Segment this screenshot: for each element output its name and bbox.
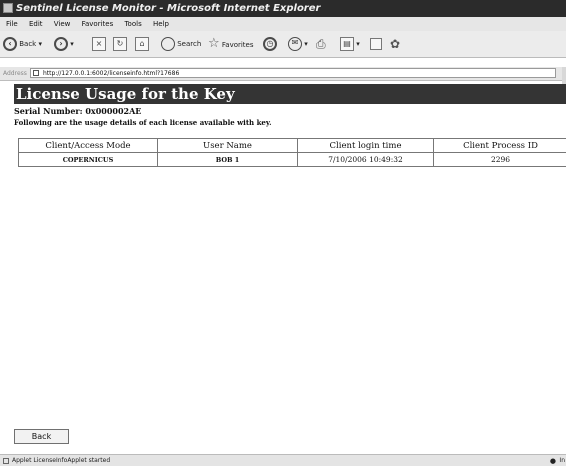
discuss-toolbar-button[interactable]: [370, 35, 382, 53]
star-icon: ☆: [208, 36, 220, 51]
printer-icon: ⎙: [316, 37, 326, 51]
status-text: Applet LicenseInfoApplet started: [12, 455, 110, 467]
back-arrow-icon: ‹: [3, 37, 17, 51]
edit-icon: ▤: [340, 37, 354, 51]
cell-process-id: 2296: [434, 153, 566, 167]
forward-toolbar-button[interactable]: › ▾: [54, 35, 74, 53]
mail-dropdown-icon[interactable]: ▾: [304, 40, 308, 48]
menu-bar: File Edit View Favorites Tools Help: [0, 17, 566, 31]
column-header-user-name: User Name: [158, 139, 298, 153]
cell-user-name: BOB 1: [158, 153, 298, 167]
internet-zone-icon: ●: [550, 455, 556, 467]
column-header-client-mode: Client/Access Mode: [19, 139, 158, 153]
edit-dropdown-icon[interactable]: ▾: [356, 40, 360, 48]
page-content: License Usage for the Key Serial Number:…: [14, 84, 566, 454]
history-icon: ◷: [263, 37, 277, 51]
stop-icon: ×: [92, 37, 106, 51]
back-toolbar-button[interactable]: ‹ Back ▾: [3, 35, 42, 53]
messenger-icon: ✿: [390, 37, 400, 51]
search-icon: [161, 37, 175, 51]
page-icon: [33, 70, 39, 76]
status-bar: Applet LicenseInfoApplet started ● In: [0, 454, 566, 466]
table-header-row: Client/Access Mode User Name Client logi…: [19, 139, 566, 153]
search-toolbar-label: Search: [177, 40, 201, 48]
menu-file[interactable]: File: [6, 20, 18, 28]
window-title: Sentinel License Monitor - Microsoft Int…: [16, 3, 320, 14]
table-row: COPERNICUS BOB 1 7/10/2006 10:49:32 2296: [19, 153, 566, 167]
toolbar: ‹ Back ▾ › ▾ × ↻ ⌂ Search ☆ Favorites ◷ …: [0, 31, 566, 58]
address-label: Address: [3, 67, 27, 80]
cell-client-mode: COPERNICUS: [19, 153, 158, 167]
search-toolbar-button[interactable]: Search: [161, 35, 201, 53]
messenger-toolbar-button[interactable]: ✿: [390, 35, 400, 53]
address-input[interactable]: http://127.0.0.1:6002/licenseinfo.html?1…: [30, 68, 556, 78]
discuss-icon: [370, 38, 382, 50]
forward-arrow-icon: ›: [54, 37, 68, 51]
window-title-bar: Sentinel License Monitor - Microsoft Int…: [0, 0, 566, 17]
refresh-toolbar-button[interactable]: ↻: [113, 35, 127, 53]
history-toolbar-button[interactable]: ◷: [263, 35, 277, 53]
menu-help[interactable]: Help: [153, 20, 169, 28]
menu-edit[interactable]: Edit: [29, 20, 43, 28]
mail-toolbar-button[interactable]: ✉ ▾: [288, 35, 308, 53]
column-header-process-id: Client Process ID: [434, 139, 566, 153]
edit-toolbar-button[interactable]: ▤ ▾: [340, 35, 360, 53]
back-dropdown-icon[interactable]: ▾: [38, 40, 42, 48]
forward-dropdown-icon[interactable]: ▾: [70, 40, 74, 48]
favorites-toolbar-label: Favorites: [222, 41, 254, 49]
menu-view[interactable]: View: [54, 20, 71, 28]
address-bar: Address http://127.0.0.1:6002/licenseinf…: [0, 67, 566, 81]
home-toolbar-button[interactable]: ⌂: [135, 35, 149, 53]
menu-favorites[interactable]: Favorites: [82, 20, 114, 28]
page-heading: License Usage for the Key: [14, 84, 566, 104]
applet-icon: [3, 458, 9, 464]
internet-zone-label: In: [559, 455, 565, 467]
home-icon: ⌂: [135, 37, 149, 51]
address-url: http://127.0.0.1:6002/licenseinfo.html?1…: [43, 70, 179, 77]
back-toolbar-label: Back: [19, 40, 36, 48]
app-icon: [3, 3, 13, 13]
column-header-login-time: Client login time: [298, 139, 434, 153]
usage-description: Following are the usage details of each …: [14, 118, 272, 127]
print-toolbar-button[interactable]: ⎙: [316, 35, 326, 53]
mail-icon: ✉: [288, 37, 302, 51]
refresh-icon: ↻: [113, 37, 127, 51]
stop-toolbar-button[interactable]: ×: [92, 35, 106, 53]
menu-tools[interactable]: Tools: [124, 20, 141, 28]
license-usage-table: Client/Access Mode User Name Client logi…: [18, 138, 566, 167]
serial-number: Serial Number: 0x000002AE: [14, 106, 141, 116]
cell-login-time: 7/10/2006 10:49:32: [298, 153, 434, 167]
back-button[interactable]: Back: [14, 429, 69, 444]
favorites-toolbar-button[interactable]: ☆ Favorites: [208, 35, 254, 53]
